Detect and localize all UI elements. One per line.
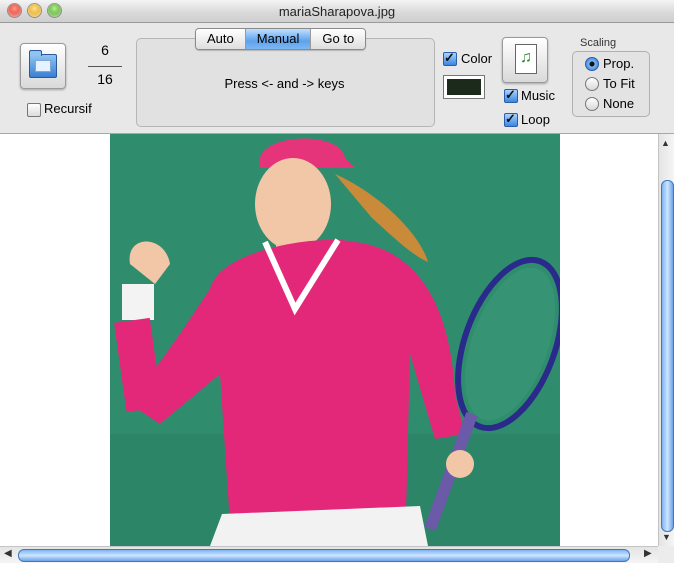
scaling-prop-radio[interactable] — [585, 57, 599, 71]
mode-segmented-control: Auto Manual Go to — [195, 28, 367, 50]
color-swatch-fill — [447, 79, 481, 95]
instruction-text: Press <- and -> keys — [224, 76, 345, 91]
scroll-down-arrow-icon[interactable]: ▼ — [662, 532, 671, 542]
vertical-scrollbar[interactable]: ▲ ▼ — [658, 134, 674, 546]
image-viewport — [0, 134, 658, 546]
horizontal-scrollbar[interactable]: ◀ ▶ — [0, 546, 658, 563]
displayed-photo — [110, 134, 560, 546]
app-window: mariaSharapova.jpg 6 16 Recursif Auto Ma… — [0, 0, 674, 563]
scroll-right-arrow-icon[interactable]: ▶ — [644, 548, 652, 559]
loop-label: Loop — [521, 112, 550, 127]
scaling-tofit-radio[interactable] — [585, 77, 599, 91]
music-checkbox[interactable] — [504, 87, 518, 103]
window-title: mariaSharapova.jpg — [278, 4, 396, 19]
scaling-prop-label: Prop. — [603, 56, 635, 71]
music-note-icon: ♫ — [520, 49, 532, 66]
scaling-tofit-label: To Fit — [603, 76, 635, 91]
color-swatch-button[interactable] — [443, 75, 485, 99]
music-note-document-icon: ♫ — [515, 44, 537, 74]
tennis-player-illustration — [110, 134, 560, 546]
vertical-scroll-thumb[interactable] — [661, 180, 674, 532]
open-folder-button[interactable] — [20, 43, 66, 89]
color-checkbox[interactable] — [443, 50, 457, 66]
scroll-up-arrow-icon[interactable]: ▲ — [661, 138, 670, 148]
scaling-none-label: None — [603, 96, 635, 111]
loop-checkbox[interactable] — [504, 111, 518, 127]
mode-auto-tab[interactable]: Auto — [196, 29, 246, 49]
horizontal-scroll-thumb[interactable] — [18, 549, 630, 562]
resize-corner[interactable] — [658, 546, 674, 563]
scaling-none-radio[interactable] — [585, 97, 599, 111]
mode-goto-tab[interactable]: Go to — [311, 29, 366, 49]
title-bar: mariaSharapova.jpg — [0, 0, 674, 23]
toolbar: 6 16 Recursif Auto Manual Go to Press <-… — [0, 23, 674, 134]
total-image-count: 16 — [97, 71, 113, 87]
music-file-button[interactable]: ♫ — [502, 37, 548, 83]
scroll-left-arrow-icon[interactable]: ◀ — [4, 548, 12, 559]
mode-manual-tab[interactable]: Manual — [245, 29, 312, 49]
folder-icon — [29, 50, 57, 78]
current-image-index: 6 — [101, 42, 109, 58]
color-label: Color — [461, 51, 493, 66]
recursive-checkbox[interactable] — [27, 103, 41, 117]
scaling-label: Scaling — [580, 37, 617, 49]
music-label: Music — [521, 88, 555, 103]
recursive-label: Recursif — [44, 101, 92, 116]
counter-divider — [88, 66, 122, 67]
